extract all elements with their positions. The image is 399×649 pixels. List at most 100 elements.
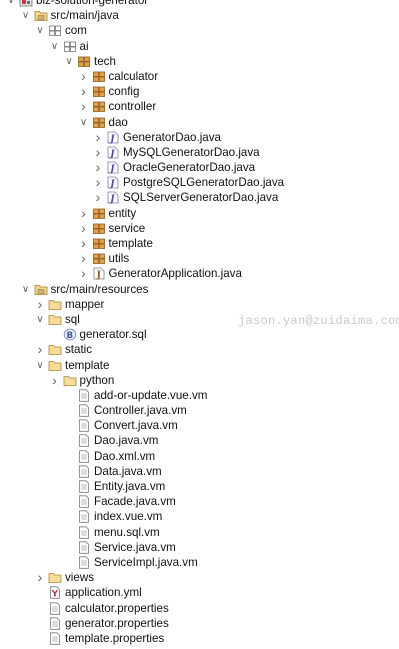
tree-item-label: controller bbox=[108, 100, 157, 114]
tree-item[interactable]: › views bbox=[0, 569, 399, 585]
folder-icon bbox=[63, 374, 77, 387]
yaml-file-icon: Y bbox=[48, 586, 62, 599]
tree-item[interactable]: › calculator bbox=[0, 68, 399, 84]
package-icon bbox=[92, 116, 106, 129]
tree-item-label: menu.sql.vm bbox=[94, 525, 160, 539]
chevron-down-icon[interactable]: ∨ bbox=[34, 358, 46, 373]
chevron-right-icon[interactable]: › bbox=[78, 99, 90, 114]
chevron-right-icon[interactable]: › bbox=[92, 129, 104, 145]
tree-item-label: Facade.java.vm bbox=[94, 495, 176, 509]
tree-item[interactable]: Dao.xml.vm bbox=[0, 449, 399, 464]
file-icon bbox=[77, 465, 91, 478]
chevron-right-icon[interactable]: › bbox=[49, 372, 61, 388]
tree-item-label: Dao.java.vm bbox=[94, 434, 159, 448]
tree-item-label: Controller.java.vm bbox=[94, 404, 187, 418]
tree-item[interactable]: › J SQLServerGeneratorDao.java bbox=[0, 190, 399, 205]
tree-item[interactable]: Dao.java.vm bbox=[0, 433, 399, 448]
tree-item[interactable]: Service.java.vm bbox=[0, 540, 399, 555]
chevron-right-icon[interactable]: › bbox=[92, 144, 104, 160]
chevron-right-icon[interactable]: › bbox=[34, 342, 46, 357]
tree-item[interactable]: ∨ ai bbox=[0, 39, 399, 54]
svg-text:J: J bbox=[108, 134, 115, 144]
tree-item[interactable]: ∨ com bbox=[0, 23, 399, 38]
chevron-right-icon[interactable]: › bbox=[78, 235, 90, 251]
chevron-down-icon[interactable]: ∨ bbox=[20, 8, 32, 23]
tree-item-label: Dao.xml.vm bbox=[94, 449, 156, 463]
chevron-right-icon[interactable]: › bbox=[92, 190, 104, 205]
chevron-down-icon[interactable]: ∨ bbox=[34, 312, 46, 327]
tree-item-label: dao bbox=[108, 115, 128, 129]
tree-item[interactable]: index.vue.vm bbox=[0, 509, 399, 524]
tree-item[interactable]: Data.java.vm bbox=[0, 464, 399, 479]
tree-item[interactable]: › python bbox=[0, 372, 399, 388]
sql-file-icon: B bbox=[63, 328, 77, 341]
tree-item[interactable]: ∨ tech bbox=[0, 54, 399, 69]
tree-item[interactable]: Entity.java.vm bbox=[0, 479, 399, 494]
tree-item[interactable]: ∨ dao bbox=[0, 115, 399, 130]
tree-item[interactable]: › controller bbox=[0, 99, 399, 114]
folder-icon bbox=[48, 571, 62, 584]
tree-item-label: application.yml bbox=[65, 586, 142, 600]
chevron-right-icon[interactable]: › bbox=[78, 250, 90, 266]
chevron-down-icon[interactable]: ∨ bbox=[78, 115, 90, 130]
tree-item[interactable]: › J GeneratorApplication.java bbox=[0, 266, 399, 281]
chevron-right-icon[interactable]: › bbox=[78, 220, 90, 236]
tree-item[interactable]: Facade.java.vm bbox=[0, 494, 399, 509]
chevron-down-icon[interactable]: ∨ bbox=[49, 39, 61, 54]
tree-item[interactable]: › static bbox=[0, 342, 399, 357]
tree-item[interactable]: Bgenerator.sql bbox=[0, 327, 399, 342]
svg-text:Y: Y bbox=[51, 590, 59, 600]
package-icon bbox=[92, 237, 106, 250]
tree-item[interactable]: menu.sql.vm bbox=[0, 525, 399, 540]
chevron-down-icon[interactable]: ∨ bbox=[34, 23, 46, 38]
chevron-right-icon[interactable]: › bbox=[78, 266, 90, 281]
tree-item-label: Entity.java.vm bbox=[94, 480, 166, 493]
file-icon bbox=[77, 450, 91, 463]
project-icon bbox=[19, 0, 33, 7]
tree-item[interactable]: › J OracleGeneratorDao.java bbox=[0, 159, 399, 175]
tree-item-label: static bbox=[65, 343, 93, 357]
chevron-down-icon[interactable]: ∨ bbox=[5, 0, 17, 8]
tree-item-label: views bbox=[65, 571, 94, 585]
java-interface-icon: J bbox=[106, 191, 120, 204]
tree-item[interactable]: › J PostgreSQLGeneratorDao.java bbox=[0, 175, 399, 190]
tree-item[interactable]: Convert.java.vm bbox=[0, 418, 399, 433]
tree-item-label: template bbox=[65, 358, 110, 372]
tree-item[interactable]: › template bbox=[0, 235, 399, 251]
tree-item[interactable]: ∨ template bbox=[0, 358, 399, 373]
chevron-right-icon[interactable]: › bbox=[34, 296, 46, 312]
chevron-down-icon[interactable]: ∨ bbox=[63, 54, 75, 69]
watermark: jason.yan@zuidaima.com bbox=[238, 314, 399, 328]
tree-item[interactable]: › config bbox=[0, 83, 399, 99]
chevron-right-icon[interactable]: › bbox=[78, 68, 90, 84]
file-icon bbox=[77, 556, 91, 569]
tree-item[interactable]: › J MySQLGeneratorDao.java bbox=[0, 144, 399, 160]
tree-item[interactable]: add-or-update.vue.vm bbox=[0, 388, 399, 403]
chevron-down-icon[interactable]: ∨ bbox=[20, 282, 32, 297]
tree-item[interactable]: calculator.properties bbox=[0, 601, 399, 616]
tree-item[interactable]: › mapper bbox=[0, 296, 399, 312]
tree-item[interactable]: ∨ src/main/resources bbox=[0, 282, 399, 297]
tree-item[interactable]: ∨ biz-solution-generator bbox=[0, 0, 399, 8]
file-icon bbox=[48, 632, 62, 645]
tree-item[interactable]: template.properties bbox=[0, 631, 399, 646]
tree-item[interactable]: › service bbox=[0, 220, 399, 236]
tree-item-label: generator.sql bbox=[79, 328, 147, 342]
tree-item-label: biz-solution-generator bbox=[36, 0, 149, 7]
tree-item-label: calculator.properties bbox=[65, 601, 169, 615]
chevron-right-icon[interactable]: › bbox=[78, 83, 90, 99]
chevron-right-icon[interactable]: › bbox=[78, 205, 90, 221]
tree-item[interactable]: › J GeneratorDao.java bbox=[0, 129, 399, 145]
java-interface-icon: J bbox=[106, 176, 120, 189]
tree-item[interactable]: ServiceImpl.java.vm bbox=[0, 555, 399, 570]
chevron-right-icon[interactable]: › bbox=[92, 175, 104, 190]
tree-item[interactable]: Controller.java.vm bbox=[0, 403, 399, 418]
chevron-right-icon[interactable]: › bbox=[92, 159, 104, 175]
tree-item[interactable]: Yapplication.yml bbox=[0, 585, 399, 600]
tree-item[interactable]: › utils bbox=[0, 250, 399, 266]
java-interface-icon: J bbox=[106, 131, 120, 144]
tree-item[interactable]: › entity bbox=[0, 205, 399, 221]
tree-item[interactable]: generator.properties bbox=[0, 616, 399, 631]
tree-item[interactable]: ∨ src/main/java bbox=[0, 8, 399, 23]
chevron-right-icon[interactable]: › bbox=[34, 569, 46, 585]
